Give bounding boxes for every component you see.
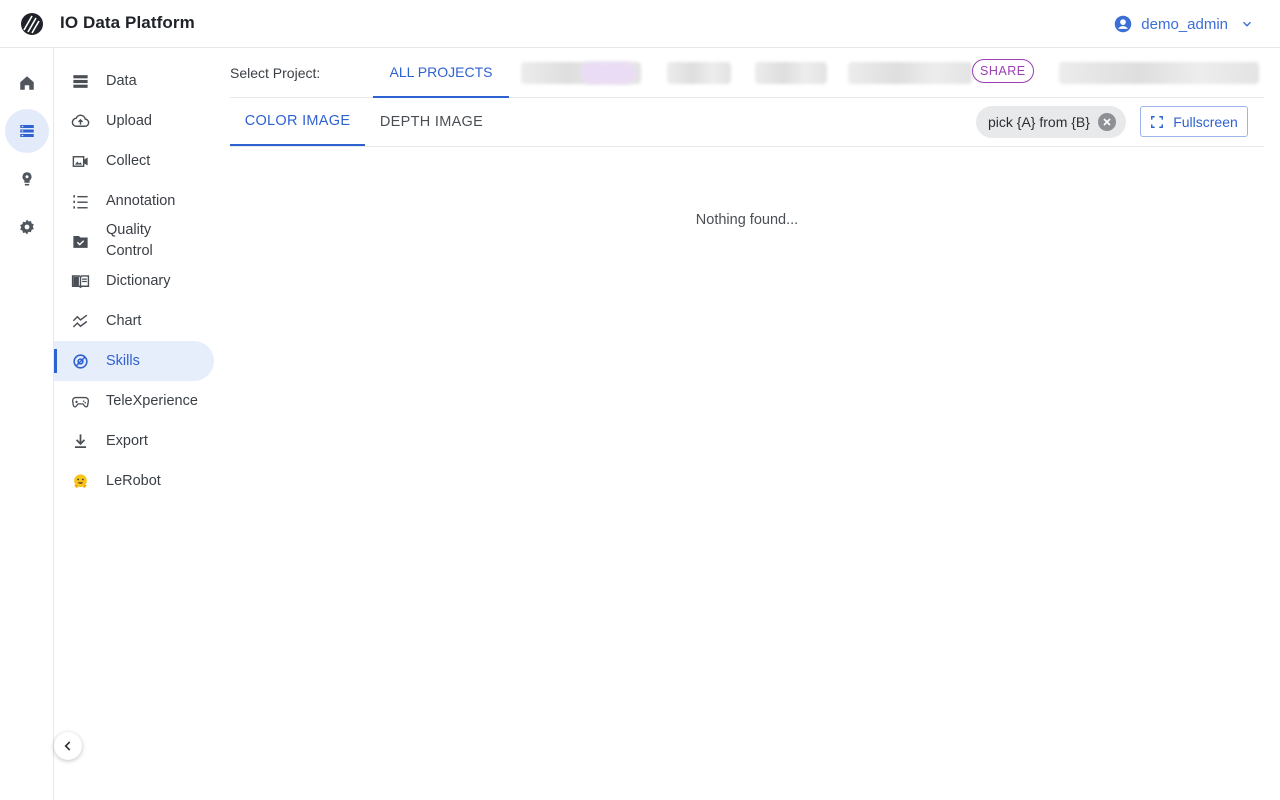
chart-icon bbox=[70, 311, 90, 331]
project-tab-redacted[interactable] bbox=[755, 62, 827, 84]
database-icon bbox=[20, 125, 34, 137]
sidebar-item-label: TeleXperience bbox=[106, 392, 198, 409]
project-tab-redacted[interactable] bbox=[667, 62, 731, 84]
sidebar-item-upload[interactable]: Upload bbox=[54, 101, 214, 141]
project-tab-redacted[interactable] bbox=[848, 62, 972, 84]
username: demo_admin bbox=[1141, 15, 1228, 33]
sidebar-item-quality-control[interactable]: Quality Control bbox=[54, 221, 214, 261]
sidebar-item-annotation[interactable]: Annotation bbox=[54, 181, 214, 221]
book-icon bbox=[70, 271, 90, 291]
sidebar-item-label: Export bbox=[106, 432, 148, 449]
image-type-tabs: COLOR IMAGE DEPTH IMAGE pick {A} from {B… bbox=[230, 98, 1264, 147]
sidebar-item-collect[interactable]: Collect bbox=[54, 141, 214, 181]
chevron-down-icon bbox=[1243, 21, 1251, 27]
sidebar-item-export[interactable]: Export bbox=[54, 421, 214, 461]
clear-filter-button[interactable] bbox=[1097, 113, 1116, 131]
bulb-icon bbox=[22, 172, 32, 186]
collapse-sidebar-button[interactable] bbox=[54, 732, 82, 760]
sidebar-item-dictionary[interactable]: Dictionary bbox=[54, 261, 214, 301]
sidebar-item-data[interactable]: Data bbox=[54, 61, 214, 101]
sidebar-item-label: Data bbox=[106, 72, 137, 89]
logo-icon bbox=[19, 12, 45, 36]
video-camera-icon bbox=[70, 151, 90, 171]
sidebar-item-label: Dictionary bbox=[106, 272, 171, 289]
tab-color-image[interactable]: COLOR IMAGE bbox=[230, 98, 365, 146]
sidebar-item-label: Upload bbox=[106, 112, 152, 129]
rail-data-button[interactable] bbox=[5, 109, 49, 153]
tab-all-projects[interactable]: ALL PROJECTS bbox=[373, 48, 509, 98]
account-circle-icon bbox=[1115, 15, 1132, 33]
chevron-left-icon bbox=[64, 741, 71, 751]
fullscreen-button[interactable]: Fullscreen bbox=[1140, 106, 1248, 137]
sidebar-item-label: Collect bbox=[106, 152, 151, 169]
project-tab-redacted[interactable] bbox=[1059, 62, 1259, 84]
main-content: Select Project: ALL PROJECTS SHARE COLOR… bbox=[230, 48, 1264, 800]
home-icon bbox=[20, 76, 34, 90]
user-menu[interactable]: demo_admin bbox=[1114, 12, 1254, 36]
sidebar-item-label: Chart bbox=[106, 312, 142, 329]
fullscreen-label: Fullscreen bbox=[1173, 113, 1238, 130]
project-selector: Select Project: ALL PROJECTS SHARE bbox=[230, 48, 1264, 98]
sidebar-item-telexperience[interactable]: TeleXperience bbox=[54, 381, 214, 421]
filter-chip[interactable]: pick {A} from {B} bbox=[976, 106, 1126, 138]
gear-icon bbox=[20, 219, 34, 235]
rail-settings-button[interactable] bbox=[5, 205, 49, 249]
tab-depth-image[interactable]: DEPTH IMAGE bbox=[365, 98, 498, 146]
download-icon bbox=[70, 431, 90, 451]
rail-home-button[interactable] bbox=[5, 61, 49, 105]
sidebar-item-label: Quality Control bbox=[106, 222, 153, 259]
numbered-list-icon bbox=[70, 191, 90, 211]
sidebar-item-label: Skills bbox=[106, 352, 140, 369]
app-title: IO Data Platform bbox=[60, 13, 195, 32]
sidebar-item-label: LeRobot bbox=[106, 472, 161, 489]
empty-state-message: Nothing found... bbox=[695, 212, 799, 228]
hugging-face-icon bbox=[70, 471, 90, 491]
sidebar-nav: Data Upload Collect Annotation Quality C… bbox=[54, 48, 214, 800]
storage-icon bbox=[70, 71, 90, 91]
close-icon bbox=[1103, 118, 1111, 126]
fullscreen-icon bbox=[1151, 115, 1164, 128]
skills-icon bbox=[70, 351, 90, 371]
rail-insights-button[interactable] bbox=[5, 157, 49, 201]
icon-rail bbox=[0, 48, 54, 800]
filter-chip-label: pick {A} from {B} bbox=[988, 114, 1090, 130]
folder-check-icon bbox=[70, 231, 90, 251]
share-badge: SHARE bbox=[972, 59, 1034, 83]
cloud-upload-icon bbox=[70, 111, 90, 131]
sidebar-item-skills[interactable]: Skills bbox=[54, 341, 214, 381]
top-bar: IO Data Platform demo_admin bbox=[0, 0, 1280, 48]
sidebar-item-label: Annotation bbox=[106, 192, 176, 209]
gamepad-icon bbox=[70, 391, 90, 411]
sidebar-item-lerobot[interactable]: LeRobot bbox=[54, 461, 214, 501]
select-project-label: Select Project: bbox=[230, 65, 321, 81]
sidebar-item-chart[interactable]: Chart bbox=[54, 301, 214, 341]
project-badge-redacted bbox=[580, 62, 636, 84]
